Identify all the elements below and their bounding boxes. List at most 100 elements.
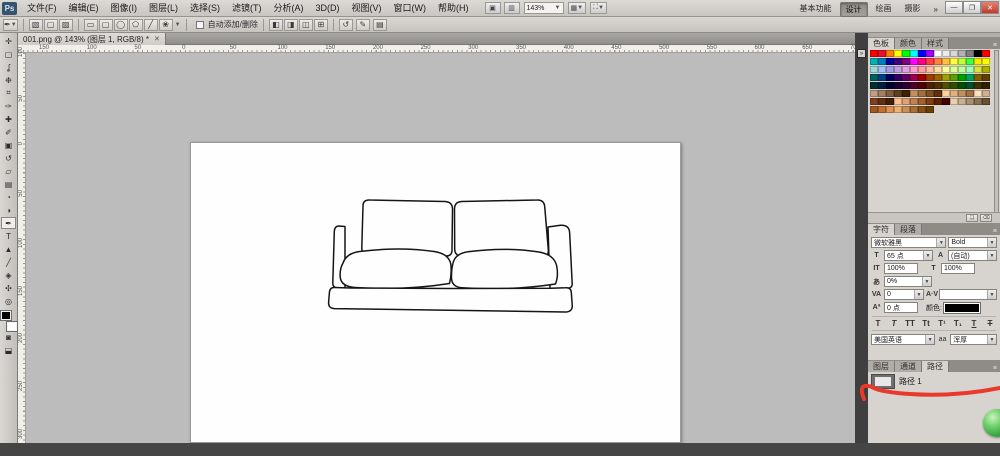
- superscript-button[interactable]: T¹: [936, 319, 948, 328]
- color-swatch[interactable]: [950, 50, 958, 57]
- color-swatch[interactable]: [918, 98, 926, 105]
- clone-stamp-tool[interactable]: ▣: [1, 139, 16, 151]
- history-brush-tool[interactable]: ↺: [1, 152, 16, 164]
- line-tool-icon[interactable]: ╱: [144, 19, 158, 31]
- underline-button[interactable]: T: [968, 319, 980, 328]
- panel-menu-icon[interactable]: ≡: [990, 42, 1000, 49]
- rounded-rectangle-tool-icon[interactable]: ▢: [99, 19, 113, 31]
- workspace-button-绘画[interactable]: 绘画: [871, 2, 897, 17]
- tab-颜色[interactable]: 颜色: [895, 38, 922, 49]
- color-swatch[interactable]: [958, 74, 966, 81]
- color-swatch[interactable]: [886, 90, 894, 97]
- tab-段落[interactable]: 段落: [895, 224, 922, 235]
- color-swatch[interactable]: [894, 82, 902, 89]
- color-swatch[interactable]: [934, 66, 942, 73]
- color-swatch[interactable]: [918, 74, 926, 81]
- new-swatch-button[interactable]: ❏: [966, 214, 978, 222]
- workspace-button-基本功能[interactable]: 基本功能: [795, 2, 837, 17]
- scrollbar[interactable]: [994, 50, 999, 218]
- history-icon[interactable]: ↺: [339, 19, 353, 31]
- menu-item-分析[interactable]: 分析(A): [268, 0, 310, 16]
- horizontal-scale-input[interactable]: 100%: [941, 263, 975, 274]
- intersect-path-area-icon[interactable]: ◫: [299, 19, 313, 31]
- screen-mode-button[interactable]: ⛶ ▼: [590, 2, 607, 14]
- background-color-swatch[interactable]: [7, 322, 17, 331]
- color-swatch[interactable]: [910, 74, 918, 81]
- color-swatch[interactable]: [918, 50, 926, 57]
- workspace-button-设计[interactable]: 设计: [840, 2, 868, 17]
- menu-item-文件[interactable]: 文件(F): [21, 0, 63, 16]
- color-swatch[interactable]: [982, 58, 990, 65]
- tab-色板[interactable]: 色板: [868, 38, 895, 49]
- ruler-icon[interactable]: ✎: [356, 19, 370, 31]
- canvas[interactable]: [190, 142, 681, 443]
- color-swatch[interactable]: [870, 74, 878, 81]
- color-swatch[interactable]: [878, 66, 886, 73]
- language-select[interactable]: 美国英语 ▼: [871, 334, 935, 345]
- 3d-rotate-tool[interactable]: ◈: [1, 269, 16, 281]
- text-color-swatch[interactable]: [944, 303, 980, 313]
- color-swatch[interactable]: [910, 66, 918, 73]
- blur-tool[interactable]: ◔: [1, 191, 16, 203]
- eraser-tool[interactable]: ▱: [1, 165, 16, 177]
- quick-selection-tool[interactable]: ❉: [1, 74, 16, 86]
- color-swatch[interactable]: [934, 98, 942, 105]
- color-swatch[interactable]: [918, 106, 926, 113]
- font-style-select[interactable]: Bold ▼: [948, 237, 997, 248]
- tab-路径[interactable]: 路径: [922, 361, 949, 372]
- workspace-overflow-button[interactable]: »: [929, 4, 943, 15]
- view-extras-icon[interactable]: ▥: [504, 2, 520, 14]
- baseline-shift-input[interactable]: 0 点: [884, 302, 918, 313]
- color-swatch[interactable]: [902, 74, 910, 81]
- tool-preset-picker[interactable]: ✒ ▼: [3, 19, 18, 31]
- color-swatch[interactable]: [878, 82, 886, 89]
- color-swatch[interactable]: [958, 66, 966, 73]
- type-tool[interactable]: T: [1, 230, 16, 242]
- color-swatch[interactable]: [934, 58, 942, 65]
- color-swatch[interactable]: [934, 90, 942, 97]
- panel-toggle-icon[interactable]: ▤: [373, 19, 387, 31]
- path-item[interactable]: 路径 1: [868, 372, 1000, 391]
- color-swatch[interactable]: [870, 66, 878, 73]
- close-icon[interactable]: ✕: [154, 35, 160, 43]
- crop-tool[interactable]: ⌗: [1, 87, 16, 99]
- color-swatch[interactable]: [966, 82, 974, 89]
- color-swatch[interactable]: [886, 58, 894, 65]
- workspace-button-摄影[interactable]: 摄影: [900, 2, 926, 17]
- tracking-select[interactable]: 0 ▼: [884, 289, 924, 300]
- color-swatch[interactable]: [926, 74, 934, 81]
- healing-brush-tool[interactable]: ✚: [1, 113, 16, 125]
- color-swatch[interactable]: [870, 50, 878, 57]
- color-swatch[interactable]: [934, 82, 942, 89]
- color-swatch[interactable]: [926, 58, 934, 65]
- color-swatch[interactable]: [942, 66, 950, 73]
- color-swatch[interactable]: [870, 58, 878, 65]
- color-swatch[interactable]: [870, 82, 878, 89]
- color-swatch[interactable]: [886, 74, 894, 81]
- font-family-select[interactable]: 微软雅黑 ▼: [871, 237, 946, 248]
- color-swatch[interactable]: [966, 98, 974, 105]
- kerning-select[interactable]: ▼: [939, 289, 997, 300]
- lasso-tool[interactable]: ʆ: [1, 61, 16, 73]
- close-button[interactable]: ✕: [981, 1, 999, 14]
- color-swatch[interactable]: [918, 90, 926, 97]
- color-swatch[interactable]: [886, 50, 894, 57]
- color-swatch[interactable]: [974, 98, 982, 105]
- color-swatch[interactable]: [974, 66, 982, 73]
- color-swatch[interactable]: [950, 82, 958, 89]
- color-swatch[interactable]: [974, 50, 982, 57]
- brush-tool[interactable]: ✐: [1, 126, 16, 138]
- rectangle-tool-icon[interactable]: ▭: [84, 19, 98, 31]
- color-swatch[interactable]: [918, 66, 926, 73]
- color-swatch[interactable]: [910, 98, 918, 105]
- vertical-scale-input[interactable]: 100%: [884, 263, 918, 274]
- delete-swatch-button[interactable]: ⌫: [980, 214, 992, 222]
- restore-button[interactable]: ❐: [963, 1, 981, 14]
- menu-item-图像[interactable]: 图像(I): [105, 0, 144, 16]
- marquee-tool[interactable]: ▢: [1, 48, 16, 60]
- launch-bridge-icon[interactable]: ▣: [485, 2, 501, 14]
- arrange-documents-button[interactable]: ▦ ▼: [568, 2, 587, 14]
- color-swatch[interactable]: [878, 58, 886, 65]
- font-size-select[interactable]: 65 点 ▼: [884, 250, 933, 261]
- dodge-tool[interactable]: ◑: [1, 204, 16, 216]
